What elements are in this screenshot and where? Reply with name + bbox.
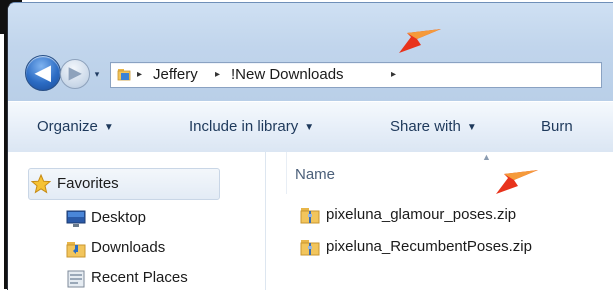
back-arrow-icon: ◀	[35, 62, 51, 84]
column-header-name[interactable]: Name	[295, 166, 335, 184]
dropdown-arrow-icon: ▼	[304, 122, 315, 133]
red-arrow-icon	[399, 29, 441, 53]
address-bar[interactable]: ▸ Jeffery ▸ !New Downloads ▸	[110, 62, 602, 88]
recent-pages-dropdown[interactable]: ▾	[92, 69, 102, 79]
column-divider	[286, 152, 287, 194]
back-button[interactable]: ◀	[25, 55, 61, 91]
sidebar-item-desktop[interactable]: Desktop	[8, 206, 265, 234]
file-name: pixeluna_RecumbentPoses.zip	[326, 238, 532, 255]
file-list: ▲ Name pixeluna_glamour_poses.zip pixelu…	[266, 152, 613, 290]
sidebar-item-downloads[interactable]: Downloads	[8, 236, 265, 264]
burn-button[interactable]: Burn	[541, 118, 573, 136]
share-with-button[interactable]: Share with ▼	[390, 118, 477, 137]
navigation-pane: Favorites Desktop Downloads Recent Place…	[8, 152, 266, 290]
sidebar-item-favorites[interactable]: Favorites	[28, 168, 220, 200]
desktop-icon	[66, 210, 86, 227]
downloads-folder-icon	[66, 242, 86, 258]
sidebar-item-label: Downloads	[91, 239, 166, 256]
file-name: pixeluna_glamour_poses.zip	[326, 206, 517, 223]
sort-ascending-icon: ▲	[482, 152, 491, 162]
star-icon	[31, 174, 51, 194]
forward-button[interactable]: ▶	[60, 59, 90, 89]
include-in-library-button[interactable]: Include in library ▼	[189, 118, 314, 137]
breadcrumb-separator[interactable]: ▸	[391, 67, 396, 83]
forward-arrow-icon: ▶	[68, 65, 82, 82]
folder-icon	[117, 69, 131, 81]
organize-label: Organize	[37, 118, 98, 135]
title-bar: ◀ ▶ ▾ ▸ Jeffery ▸ !New Downloads ▸	[8, 3, 613, 101]
list-item[interactable]: pixeluna_glamour_poses.zip	[296, 204, 606, 226]
command-bar: Organize ▼ Include in library ▼ Share with…	[8, 101, 613, 153]
breadcrumb-separator[interactable]: ▸	[137, 67, 142, 83]
organize-button[interactable]: Organize ▼	[37, 118, 114, 137]
breadcrumb-separator[interactable]: ▸	[215, 67, 220, 83]
sidebar-item-label: Favorites	[57, 175, 119, 192]
sidebar-item-label: Recent Places	[91, 269, 188, 286]
list-item[interactable]: pixeluna_RecumbentPoses.zip	[296, 236, 606, 258]
dropdown-arrow-icon: ▼	[103, 122, 114, 133]
include-in-library-label: Include in library	[189, 118, 299, 135]
share-with-label: Share with	[390, 118, 461, 135]
sidebar-item-label: Desktop	[91, 209, 147, 226]
recent-places-icon	[67, 270, 85, 288]
sidebar-item-recent-places[interactable]: Recent Places	[8, 266, 265, 290]
explorer-window: ◀ ▶ ▾ ▸ Jeffery ▸ !New Downloads ▸ Organ…	[7, 2, 613, 290]
dropdown-arrow-icon: ▼	[466, 122, 477, 133]
red-arrow-icon	[496, 170, 538, 194]
breadcrumb-item-new-downloads[interactable]: !New Downloads	[231, 66, 344, 84]
zip-folder-icon	[300, 240, 320, 256]
zip-folder-icon	[300, 208, 320, 224]
burn-label: Burn	[541, 118, 573, 135]
breadcrumb-item-jeffery[interactable]: Jeffery	[153, 66, 198, 84]
